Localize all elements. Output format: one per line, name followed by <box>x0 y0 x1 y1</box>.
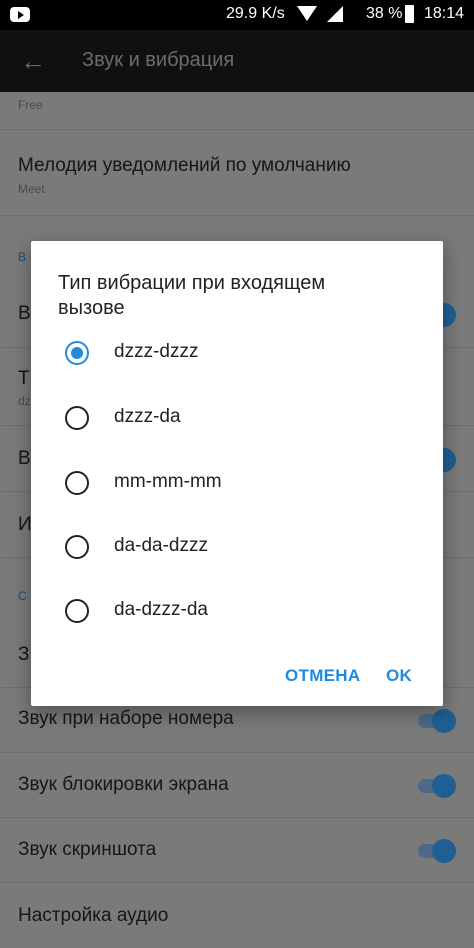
cancel-button[interactable]: ОТМЕНА <box>285 666 360 686</box>
list-item-title: Звук при наборе номера <box>18 708 234 729</box>
status-bar: 29.9 K/s 38 % 18:14 <box>0 0 474 30</box>
radio-option[interactable]: mm-mm-mm <box>31 451 443 515</box>
list-item-title: Звук скриншота <box>18 839 157 860</box>
back-arrow-icon[interactable]: ← <box>20 48 46 74</box>
section-header: С <box>18 589 27 603</box>
toggle-switch[interactable] <box>418 839 456 863</box>
radio-option-label: dzzz-da <box>114 406 181 427</box>
toggle-knob <box>432 709 456 733</box>
toggle-switch[interactable] <box>418 774 456 798</box>
list-item-title: З <box>18 644 30 665</box>
vibration-type-dialog: Тип вибрации при входящем вызове dzzz-dz… <box>31 241 443 706</box>
list-item-title: Настройка аудио <box>18 905 169 926</box>
list-item-lock-sound[interactable]: Звук блокировки экрана <box>0 753 474 818</box>
radio-option[interactable]: dzzz-dzzz <box>31 321 443 385</box>
list-item-title: Мелодия уведомлений по умолчанию <box>18 155 351 176</box>
list-item-subtitle: Free <box>18 98 43 112</box>
radio-option[interactable]: dzzz-da <box>31 386 443 450</box>
youtube-notification-icon <box>10 7 30 22</box>
list-item-title: И <box>18 514 32 535</box>
list-item-screenshot-sound[interactable]: Звук скриншота <box>0 818 474 883</box>
list-item-subtitle: dz <box>18 394 31 408</box>
radio-button[interactable] <box>65 471 89 495</box>
list-item-title: Звук блокировки экрана <box>18 774 229 795</box>
wifi-icon <box>297 6 317 21</box>
radio-option-label: da-da-dzzz <box>114 535 208 556</box>
ok-button[interactable]: OK <box>386 666 412 686</box>
radio-option-label: da-dzzz-da <box>114 599 208 620</box>
battery-icon <box>405 5 414 23</box>
radio-option-label: mm-mm-mm <box>114 471 222 492</box>
toggle-knob <box>432 774 456 798</box>
clock: 18:14 <box>424 5 465 22</box>
radio-option[interactable]: da-da-dzzz <box>31 515 443 579</box>
radio-option[interactable]: da-dzzz-da <box>31 579 443 643</box>
page-title: Звук и вибрация <box>82 49 235 71</box>
radio-button[interactable] <box>65 535 89 559</box>
list-item-title: В <box>18 448 31 469</box>
radio-button[interactable] <box>65 599 89 623</box>
list-item[interactable]: Free <box>0 92 474 130</box>
section-header: В <box>18 250 27 264</box>
toggle-switch[interactable] <box>418 709 456 733</box>
list-item-audio-settings[interactable]: Настройка аудио <box>0 883 474 948</box>
battery-percent: 38 % <box>366 5 403 22</box>
app-bar: ← Звук и вибрация <box>0 30 474 92</box>
list-item-subtitle: Meet <box>18 182 45 196</box>
radio-button[interactable] <box>65 406 89 430</box>
dialog-title: Тип вибрации при входящем вызове <box>58 272 326 319</box>
toggle-knob <box>432 839 456 863</box>
radio-button-checked[interactable] <box>65 341 89 365</box>
network-speed: 29.9 K/s <box>226 5 285 22</box>
list-item-title: В <box>18 303 31 324</box>
list-item-title: Т <box>18 368 30 389</box>
radio-option-label: dzzz-dzzz <box>114 341 199 362</box>
list-item-default-ringtone[interactable]: Мелодия уведомлений по умолчанию Meet <box>0 130 474 216</box>
cell-signal-icon <box>327 6 343 22</box>
